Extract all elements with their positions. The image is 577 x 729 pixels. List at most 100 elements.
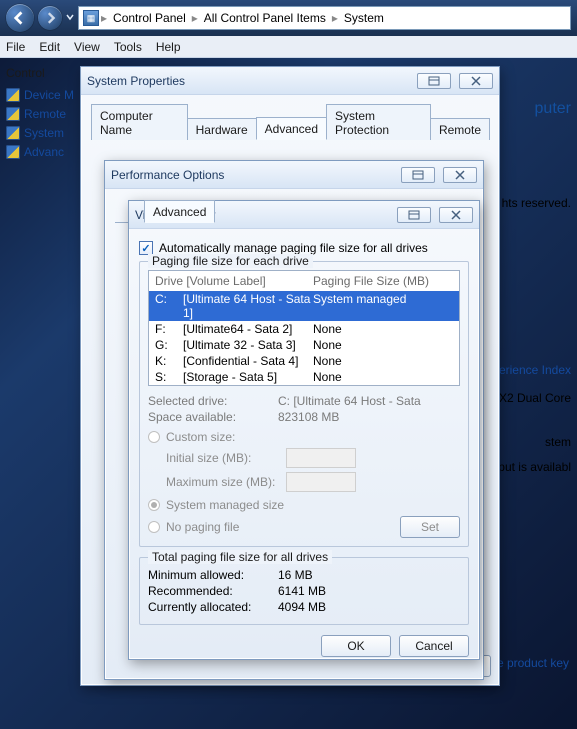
cancel-button[interactable]: Cancel xyxy=(399,635,469,657)
section-heading: puter xyxy=(535,100,571,118)
back-button[interactable] xyxy=(6,4,34,32)
forward-button[interactable] xyxy=(38,6,62,30)
tab-system-protection[interactable]: System Protection xyxy=(326,104,431,140)
wei-link[interactable]: perience Index xyxy=(492,363,571,377)
drive-row[interactable]: F:[Ultimate64 - Sata 2]None xyxy=(149,321,459,337)
paging-size-group: Paging file size for each drive Drive [V… xyxy=(139,261,469,547)
set-button: Set xyxy=(400,516,460,538)
cp-home-link[interactable]: Control xyxy=(6,66,76,80)
drive-letter: G: xyxy=(155,338,183,352)
cp-link-remote[interactable]: Remote xyxy=(6,107,76,121)
drive-letter: C: xyxy=(155,292,183,320)
help-button[interactable] xyxy=(417,73,451,89)
menu-edit[interactable]: Edit xyxy=(39,40,60,54)
control-panel-icon: ▦ xyxy=(83,10,99,26)
history-chevron-icon[interactable] xyxy=(66,12,74,24)
drive-paging: None xyxy=(313,370,453,384)
chevron-right-icon[interactable]: ▸ xyxy=(192,11,198,25)
group-legend: Total paging file size for all drives xyxy=(148,550,332,564)
ok-button[interactable]: OK xyxy=(321,635,391,657)
drive-letter: K: xyxy=(155,354,183,368)
current-value: 4094 MB xyxy=(278,600,326,614)
drive-paging: System managed xyxy=(313,292,453,320)
system-managed-radio xyxy=(148,499,160,511)
no-paging-radio xyxy=(148,521,160,533)
close-button[interactable] xyxy=(439,207,473,223)
titlebar[interactable]: Performance Options xyxy=(105,161,483,189)
drive-volume: [Ultimate 64 Host - Sata 1] xyxy=(183,292,313,320)
shield-icon xyxy=(6,88,20,102)
chevron-right-icon[interactable]: ▸ xyxy=(332,11,338,25)
drive-letter: S: xyxy=(155,370,183,384)
breadcrumb[interactable]: System xyxy=(340,11,388,25)
breadcrumb[interactable]: Control Panel xyxy=(109,11,190,25)
recommended-value: 6141 MB xyxy=(278,584,326,598)
titlebar[interactable]: System Properties xyxy=(81,67,499,95)
drive-row[interactable]: K:[Confidential - Sata 4]None xyxy=(149,353,459,369)
shield-icon xyxy=(6,107,20,121)
menu-bar: File Edit View Tools Help xyxy=(0,36,577,58)
close-button[interactable] xyxy=(443,167,477,183)
selected-drive-label: Selected drive: xyxy=(148,394,278,408)
drive-letter: F: xyxy=(155,322,183,336)
no-paging-label: No paging file xyxy=(166,520,239,534)
tab-remote[interactable]: Remote xyxy=(430,118,490,140)
drive-volume: [Storage - Sata 5] xyxy=(183,370,313,384)
auto-manage-label: Automatically manage paging file size fo… xyxy=(159,241,428,255)
address-bar[interactable]: ▦ ▸ Control Panel ▸ All Control Panel It… xyxy=(78,6,571,30)
cp-sidebar: Control Device M Remote System Advanc xyxy=(0,58,80,164)
menu-file[interactable]: File xyxy=(6,40,25,54)
space-available-value: 823108 MB xyxy=(278,410,339,424)
totals-group: Total paging file size for all drives Mi… xyxy=(139,557,469,625)
tab-hardware[interactable]: Hardware xyxy=(187,118,257,140)
custom-size-label: Custom size: xyxy=(166,430,235,444)
dialog-title: Performance Options xyxy=(111,168,224,182)
drive-row[interactable]: G:[Ultimate 32 - Sata 3]None xyxy=(149,337,459,353)
min-allowed-value: 16 MB xyxy=(278,568,313,582)
close-button[interactable] xyxy=(459,73,493,89)
drive-list[interactable]: Drive [Volume Label] Paging File Size (M… xyxy=(148,270,460,386)
drive-list-header: Drive [Volume Label] Paging File Size (M… xyxy=(149,271,459,291)
drive-volume: [Confidential - Sata 4] xyxy=(183,354,313,368)
initial-size-label: Initial size (MB): xyxy=(166,451,278,465)
menu-help[interactable]: Help xyxy=(156,40,181,54)
tab-advanced[interactable]: Advanced xyxy=(144,200,215,223)
custom-size-radio xyxy=(148,431,160,443)
auto-manage-checkbox[interactable]: ✓ xyxy=(139,241,153,255)
drive-paging: None xyxy=(313,354,453,368)
drive-volume: [Ultimate64 - Sata 2] xyxy=(183,322,313,336)
system-type-text: stem xyxy=(545,435,571,449)
drive-volume: [Ultimate 32 - Sata 3] xyxy=(183,338,313,352)
initial-size-input xyxy=(286,448,356,468)
shield-icon xyxy=(6,145,20,159)
recommended-label: Recommended: xyxy=(148,584,278,598)
tab-computer-name[interactable]: Computer Name xyxy=(91,104,188,140)
cp-link-device[interactable]: Device M xyxy=(6,88,76,102)
current-label: Currently allocated: xyxy=(148,600,278,614)
maximum-size-input xyxy=(286,472,356,492)
selected-drive-value: C: [Ultimate 64 Host - Sata xyxy=(278,394,421,408)
drive-row[interactable]: C:[Ultimate 64 Host - Sata 1]System mana… xyxy=(149,291,459,321)
cp-link-system[interactable]: System xyxy=(6,126,76,140)
help-button[interactable] xyxy=(401,167,435,183)
menu-tools[interactable]: Tools xyxy=(114,40,142,54)
system-managed-label: System managed size xyxy=(166,498,284,512)
menu-view[interactable]: View xyxy=(74,40,100,54)
shield-icon xyxy=(6,126,20,140)
cp-link-advanced[interactable]: Advanc xyxy=(6,145,76,159)
tab-advanced[interactable]: Advanced xyxy=(256,117,327,140)
drive-paging: None xyxy=(313,338,453,352)
group-legend: Paging file size for each drive xyxy=(148,254,313,268)
help-button[interactable] xyxy=(397,207,431,223)
space-available-label: Space available: xyxy=(148,410,278,424)
breadcrumb[interactable]: All Control Panel Items xyxy=(200,11,330,25)
rights-text: hts reserved. xyxy=(502,196,571,210)
chevron-right-icon[interactable]: ▸ xyxy=(101,11,107,25)
cpu-text: X2 Dual Core xyxy=(499,391,571,405)
drive-row[interactable]: S:[Storage - Sata 5]None xyxy=(149,369,459,385)
dialog-title: System Properties xyxy=(87,74,185,88)
virtual-memory-dialog: Virtual Memory ✓ Automatically manage pa… xyxy=(128,200,480,660)
explorer-navrow: ▦ ▸ Control Panel ▸ All Control Panel It… xyxy=(0,0,577,36)
min-allowed-label: Minimum allowed: xyxy=(148,568,278,582)
pen-touch-text: put is availabl xyxy=(498,460,571,474)
